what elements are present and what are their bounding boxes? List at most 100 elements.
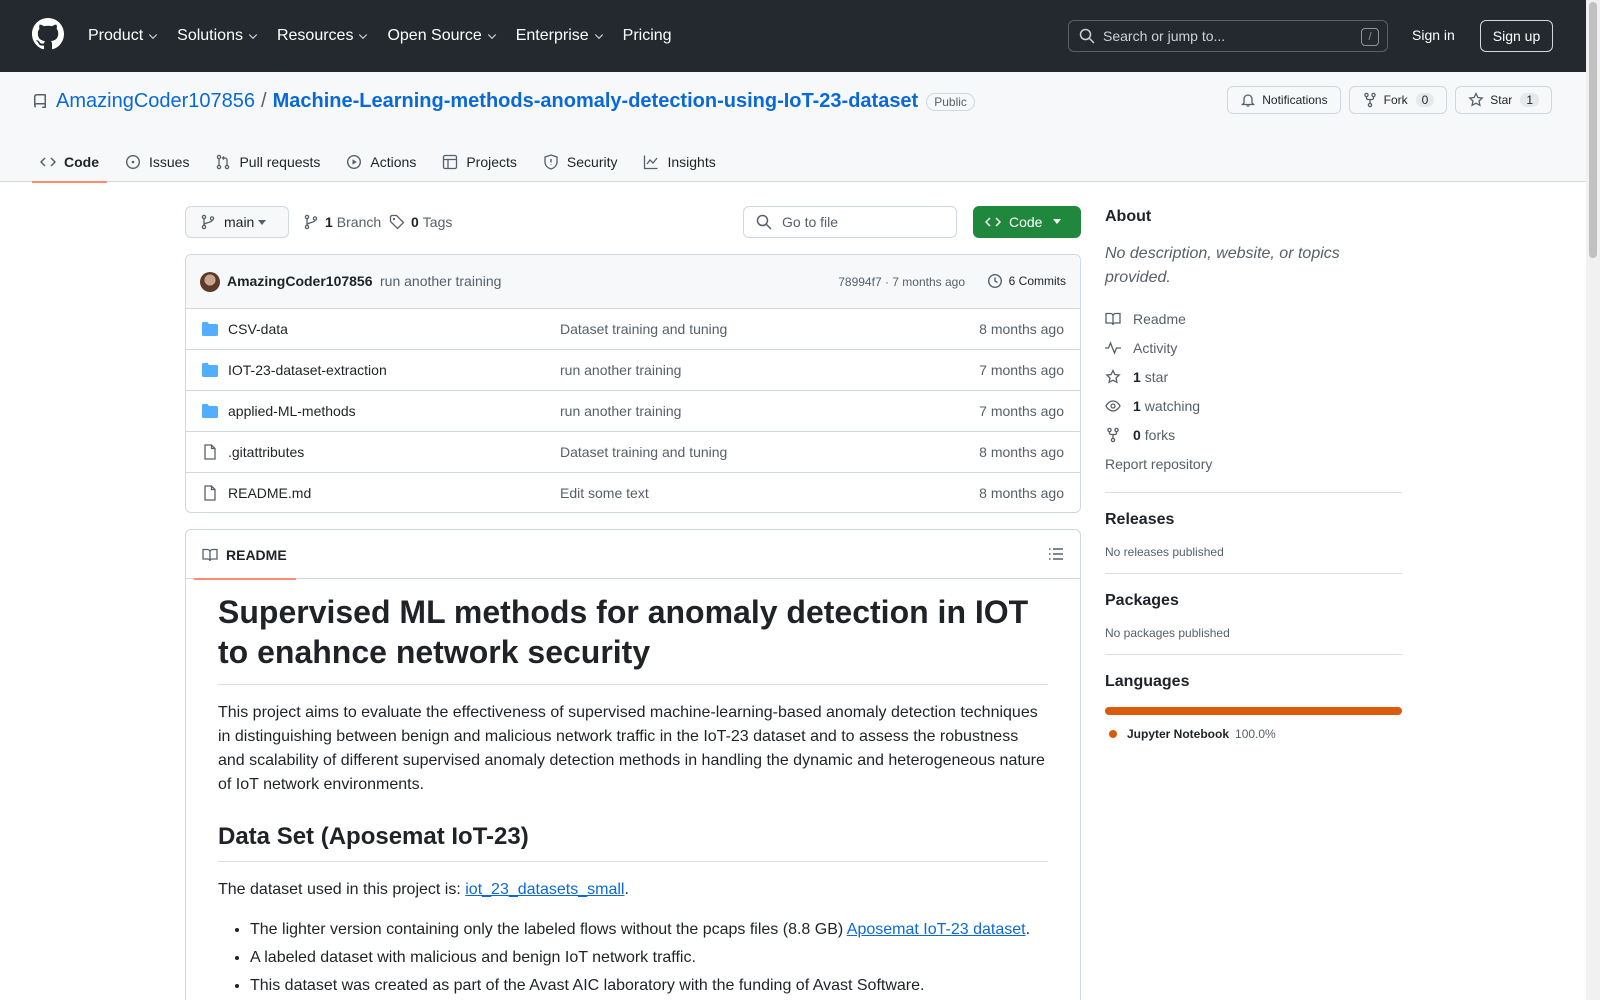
tab-security[interactable]: Security — [535, 142, 626, 182]
readme-tab[interactable]: README — [194, 530, 296, 580]
code-icon — [40, 157, 56, 167]
top-nav: Product Solutions Resources Open Source … — [88, 24, 690, 48]
forks-link[interactable]: 0 forks — [1105, 420, 1402, 449]
tab-pull-requests[interactable]: Pull requests — [207, 142, 328, 182]
file-age: 8 months ago — [979, 444, 1064, 460]
packages-empty: No packages published — [1105, 626, 1230, 640]
code-dropdown-button[interactable]: Code — [973, 206, 1081, 238]
sign-up-button[interactable]: Sign up — [1480, 20, 1553, 52]
language-item[interactable]: Jupyter Notebook 100.0% — [1105, 727, 1402, 741]
readme-link-label: Readme — [1133, 310, 1186, 327]
readme-intro: This project aims to evaluate the effect… — [218, 704, 1045, 793]
nav-enterprise[interactable]: Enterprise — [516, 24, 605, 48]
file-name[interactable]: CSV-data — [228, 321, 288, 337]
star-button[interactable]: Star 1 — [1455, 86, 1552, 114]
avatar[interactable] — [200, 272, 220, 292]
nav-open-source[interactable]: Open Source — [387, 24, 497, 48]
branch-selector[interactable]: main — [185, 206, 289, 238]
global-header: Product Solutions Resources Open Source … — [0, 0, 1586, 72]
folder-icon — [202, 404, 218, 418]
fork-count: 0 — [1415, 93, 1435, 107]
go-to-file-input[interactable]: Go to file — [743, 206, 957, 238]
readme-link[interactable]: Readme — [1105, 304, 1402, 333]
history-icon — [987, 273, 1002, 289]
stars-link[interactable]: 1 star — [1105, 362, 1402, 391]
repo-header: AmazingCoder107856 / Machine-Learning-me… — [0, 72, 1586, 183]
aposemat-link[interactable]: Aposemat IoT-23 dataset — [847, 921, 1026, 938]
stars-count: 1 — [1133, 368, 1141, 385]
page-scrollbar[interactable] — [1586, 0, 1600, 1000]
nav-solutions[interactable]: Solutions — [177, 24, 259, 48]
github-logo-icon[interactable] — [32, 18, 64, 50]
nav-resources[interactable]: Resources — [277, 24, 369, 48]
fork-button[interactable]: Fork 0 — [1348, 86, 1448, 114]
tags-link[interactable]: 0 Tags — [389, 214, 452, 230]
file-commit-message[interactable]: run another training — [560, 362, 681, 378]
file-age: 7 months ago — [979, 362, 1064, 378]
tab-label: Issues — [149, 154, 190, 170]
nav-label: Enterprise — [515, 27, 589, 44]
eye-icon — [1105, 399, 1121, 412]
tag-icon — [389, 214, 405, 230]
readme-title: Supervised ML methods for anomaly detect… — [218, 592, 1048, 685]
branch-icon — [304, 214, 318, 230]
table-row[interactable]: CSV-data Dataset training and tuning 8 m… — [186, 309, 1080, 350]
releases-title[interactable]: Releases — [1105, 511, 1402, 529]
sign-in-link[interactable]: Sign in — [1412, 27, 1455, 43]
file-commit-message[interactable]: Dataset training and tuning — [560, 444, 727, 460]
commit-message[interactable]: run another training — [380, 273, 501, 289]
repo-owner-link[interactable]: AmazingCoder107856 — [56, 90, 255, 113]
repo-title: AmazingCoder107856 / Machine-Learning-me… — [32, 90, 975, 113]
file-icon — [204, 444, 216, 460]
dataset-bullets: The lighter version containing only the … — [218, 918, 1048, 998]
search-input[interactable]: Search or jump to... / — [1068, 20, 1388, 52]
commit-author[interactable]: AmazingCoder107856 — [227, 273, 373, 289]
about-title: About — [1105, 208, 1152, 225]
table-row[interactable]: README.md Edit some text 8 months ago — [186, 473, 1080, 512]
report-repository-link[interactable]: Report repository — [1105, 449, 1402, 478]
tab-projects[interactable]: Projects — [434, 142, 525, 182]
outline-list-icon[interactable] — [1048, 546, 1064, 562]
tab-label: Projects — [466, 154, 517, 170]
table-row[interactable]: .gitattributes Dataset training and tuni… — [186, 432, 1080, 473]
commits-link[interactable]: 6 Commits — [987, 273, 1066, 289]
fork-icon — [1363, 92, 1376, 108]
file-commit-message[interactable]: Edit some text — [560, 485, 649, 501]
tab-insights[interactable]: Insights — [635, 142, 723, 182]
folder-icon — [202, 363, 218, 377]
tab-code[interactable]: Code — [32, 142, 107, 183]
watchers-link[interactable]: 1 watching — [1105, 391, 1402, 420]
bullet-text: The lighter version containing only the … — [250, 921, 847, 938]
stars-label: star — [1144, 368, 1169, 385]
file-name[interactable]: .gitattributes — [228, 444, 304, 460]
shield-icon — [544, 154, 558, 170]
commit-count: 6 Commits — [1008, 274, 1066, 288]
watching-label: watching — [1144, 397, 1201, 414]
file-name[interactable]: applied-ML-methods — [228, 403, 356, 419]
search-shortcut-hint: / — [1361, 28, 1379, 46]
file-name[interactable]: IOT-23-dataset-extraction — [228, 362, 387, 378]
code-icon — [985, 217, 1001, 227]
activity-link[interactable]: Activity — [1105, 333, 1402, 362]
tab-issues[interactable]: Issues — [117, 142, 197, 182]
search-icon — [1079, 28, 1095, 44]
nav-pricing[interactable]: Pricing — [623, 24, 672, 48]
nav-label: Pricing — [622, 27, 672, 44]
repo-sidebar: About No description, website, or topics… — [1105, 208, 1402, 741]
branches-link[interactable]: 1 Branch — [303, 214, 381, 230]
notifications-button[interactable]: Notifications — [1227, 86, 1341, 114]
table-row[interactable]: applied-ML-methods run another training … — [186, 391, 1080, 432]
packages-title[interactable]: Packages — [1105, 592, 1402, 610]
repo-name-link[interactable]: Machine-Learning-methods-anomaly-detecti… — [273, 90, 919, 113]
tab-actions[interactable]: Actions — [338, 142, 424, 182]
file-commit-message[interactable]: run another training — [560, 403, 681, 419]
scrollbar-thumb[interactable] — [1589, 2, 1597, 258]
star-icon — [1105, 368, 1121, 384]
table-row[interactable]: IOT-23-dataset-extraction run another tr… — [186, 350, 1080, 391]
file-commit-message[interactable]: Dataset training and tuning — [560, 321, 727, 337]
chevron-down-icon — [594, 34, 603, 40]
commit-hash-time[interactable]: 78994f7 · 7 months ago — [838, 275, 965, 289]
nav-product[interactable]: Product — [88, 24, 159, 48]
file-name[interactable]: README.md — [228, 485, 311, 501]
dataset-link[interactable]: iot_23_datasets_small — [465, 881, 624, 898]
